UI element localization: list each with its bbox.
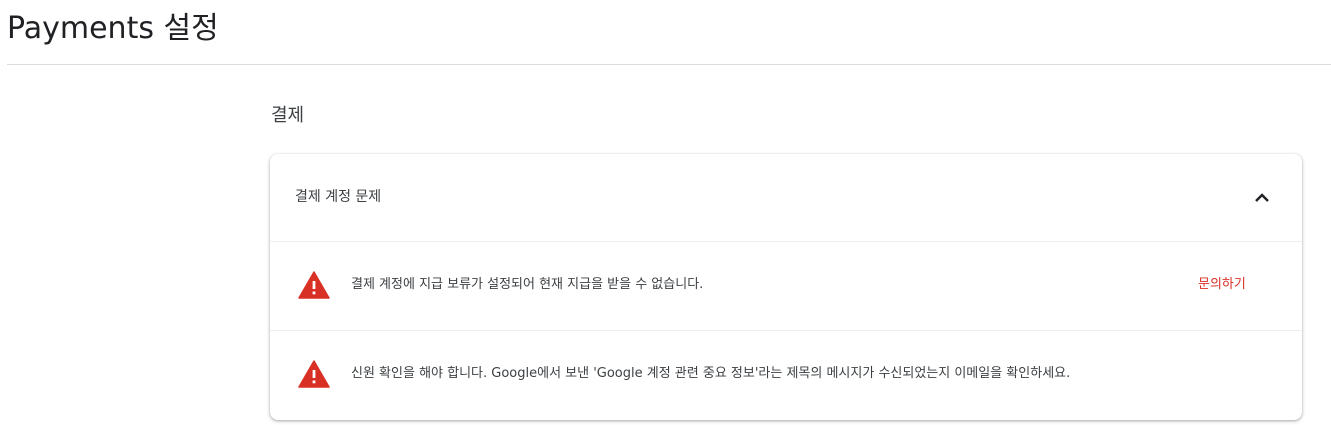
payment-account-issues-card: 결제 계정 문제 결제 계정에 지급 보류가 설정되어 현재 지급을 받을 수 … bbox=[270, 154, 1302, 420]
alert-row: 신원 확인을 해야 합니다. Google에서 보낸 'Google 계정 관련… bbox=[270, 331, 1302, 420]
contact-us-link[interactable]: 문의하기 bbox=[1198, 275, 1246, 295]
page-header: Payments 설정 bbox=[7, 0, 1331, 65]
card-title: 결제 계정 문제 bbox=[295, 189, 382, 205]
warning-icon bbox=[298, 271, 330, 299]
alert-text: 신원 확인을 해야 합니다. Google에서 보낸 'Google 계정 관련… bbox=[351, 366, 1071, 381]
card-header-toggle[interactable]: 결제 계정 문제 bbox=[270, 154, 1302, 242]
section-title: 결제 bbox=[271, 105, 305, 126]
warning-icon bbox=[298, 360, 330, 388]
page-title: Payments 설정 bbox=[7, 11, 219, 46]
chevron-up-icon[interactable] bbox=[1250, 186, 1274, 210]
alert-text: 결제 계정에 지급 보류가 설정되어 현재 지급을 받을 수 없습니다. bbox=[351, 277, 704, 292]
alert-row: 결제 계정에 지급 보류가 설정되어 현재 지급을 받을 수 없습니다. 문의하… bbox=[270, 242, 1302, 331]
